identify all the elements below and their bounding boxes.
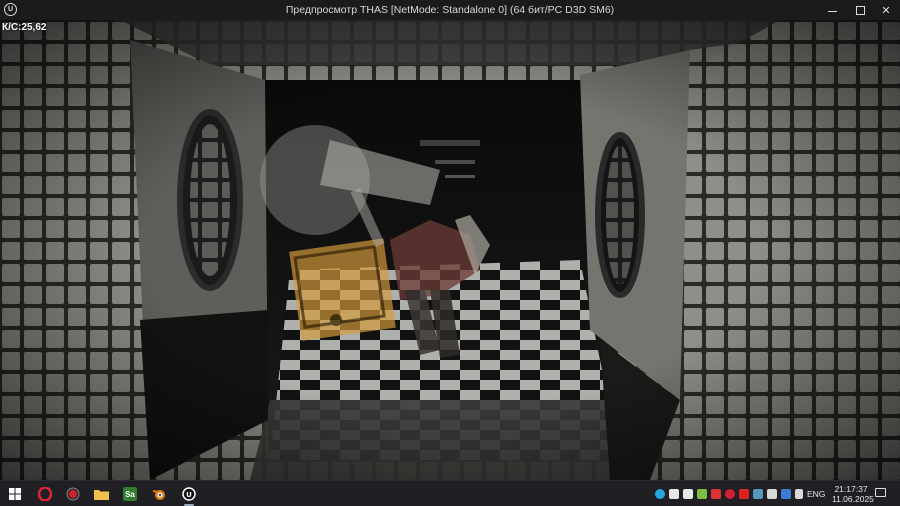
taskbar: Sa U ENG 21:17:37 11.06.2025 — [0, 480, 900, 506]
tray-app-icon[interactable] — [711, 489, 721, 499]
close-icon: ✕ — [881, 4, 891, 17]
svg-text:U: U — [186, 491, 192, 499]
window-titlebar: U Предпросмотр THAS [NetMode: Standalone… — [0, 0, 900, 20]
clock-date: 11.06.2025 — [832, 494, 874, 504]
volume-icon[interactable] — [795, 489, 803, 499]
opera-icon — [38, 487, 52, 501]
maximize-icon — [855, 5, 865, 15]
record-icon — [66, 487, 80, 501]
sai-icon: Sa — [123, 487, 137, 501]
taskbar-app-file-explorer[interactable] — [90, 484, 112, 504]
tray-app-icon[interactable] — [781, 489, 791, 499]
tray-app-icon[interactable] — [697, 489, 707, 499]
tray-app-icon[interactable] — [725, 489, 735, 499]
taskbar-app-unreal-engine[interactable]: U — [178, 484, 200, 506]
taskbar-app-sai[interactable]: Sa — [119, 484, 141, 504]
taskbar-app-recorder[interactable] — [62, 484, 84, 504]
folder-icon — [93, 490, 109, 500]
taskbar-clock[interactable]: 21:17:37 11.06.2025 — [832, 484, 874, 504]
window-title: Предпросмотр THAS [NetMode: Standalone 0… — [285, 4, 615, 16]
tray-app-icon[interactable] — [669, 489, 679, 499]
tray-display-icon[interactable] — [767, 489, 777, 499]
windows-logo-icon — [9, 488, 21, 500]
language-indicator[interactable]: ENG — [807, 489, 825, 499]
tray-app-icon[interactable] — [683, 489, 693, 499]
close-button[interactable]: ✕ — [872, 0, 900, 20]
fps-counter: К/С:25,62 — [2, 22, 47, 33]
tray-cloud-icon[interactable] — [655, 489, 665, 499]
taskbar-app-blender[interactable] — [148, 484, 170, 504]
unreal-icon: U — [182, 487, 196, 501]
start-button[interactable] — [4, 484, 26, 504]
clock-time: 21:17:37 — [834, 484, 868, 494]
minimize-button[interactable] — [818, 0, 846, 20]
game-scene — [0, 20, 900, 480]
notification-icon[interactable] — [875, 488, 886, 497]
minimize-icon — [827, 10, 837, 12]
blender-icon — [152, 490, 165, 500]
game-viewport[interactable] — [0, 20, 900, 480]
taskbar-app-opera[interactable] — [34, 484, 56, 504]
tray-app-icon[interactable] — [739, 489, 749, 499]
tray-app-icon[interactable] — [753, 489, 763, 499]
maximize-button[interactable] — [846, 0, 874, 20]
